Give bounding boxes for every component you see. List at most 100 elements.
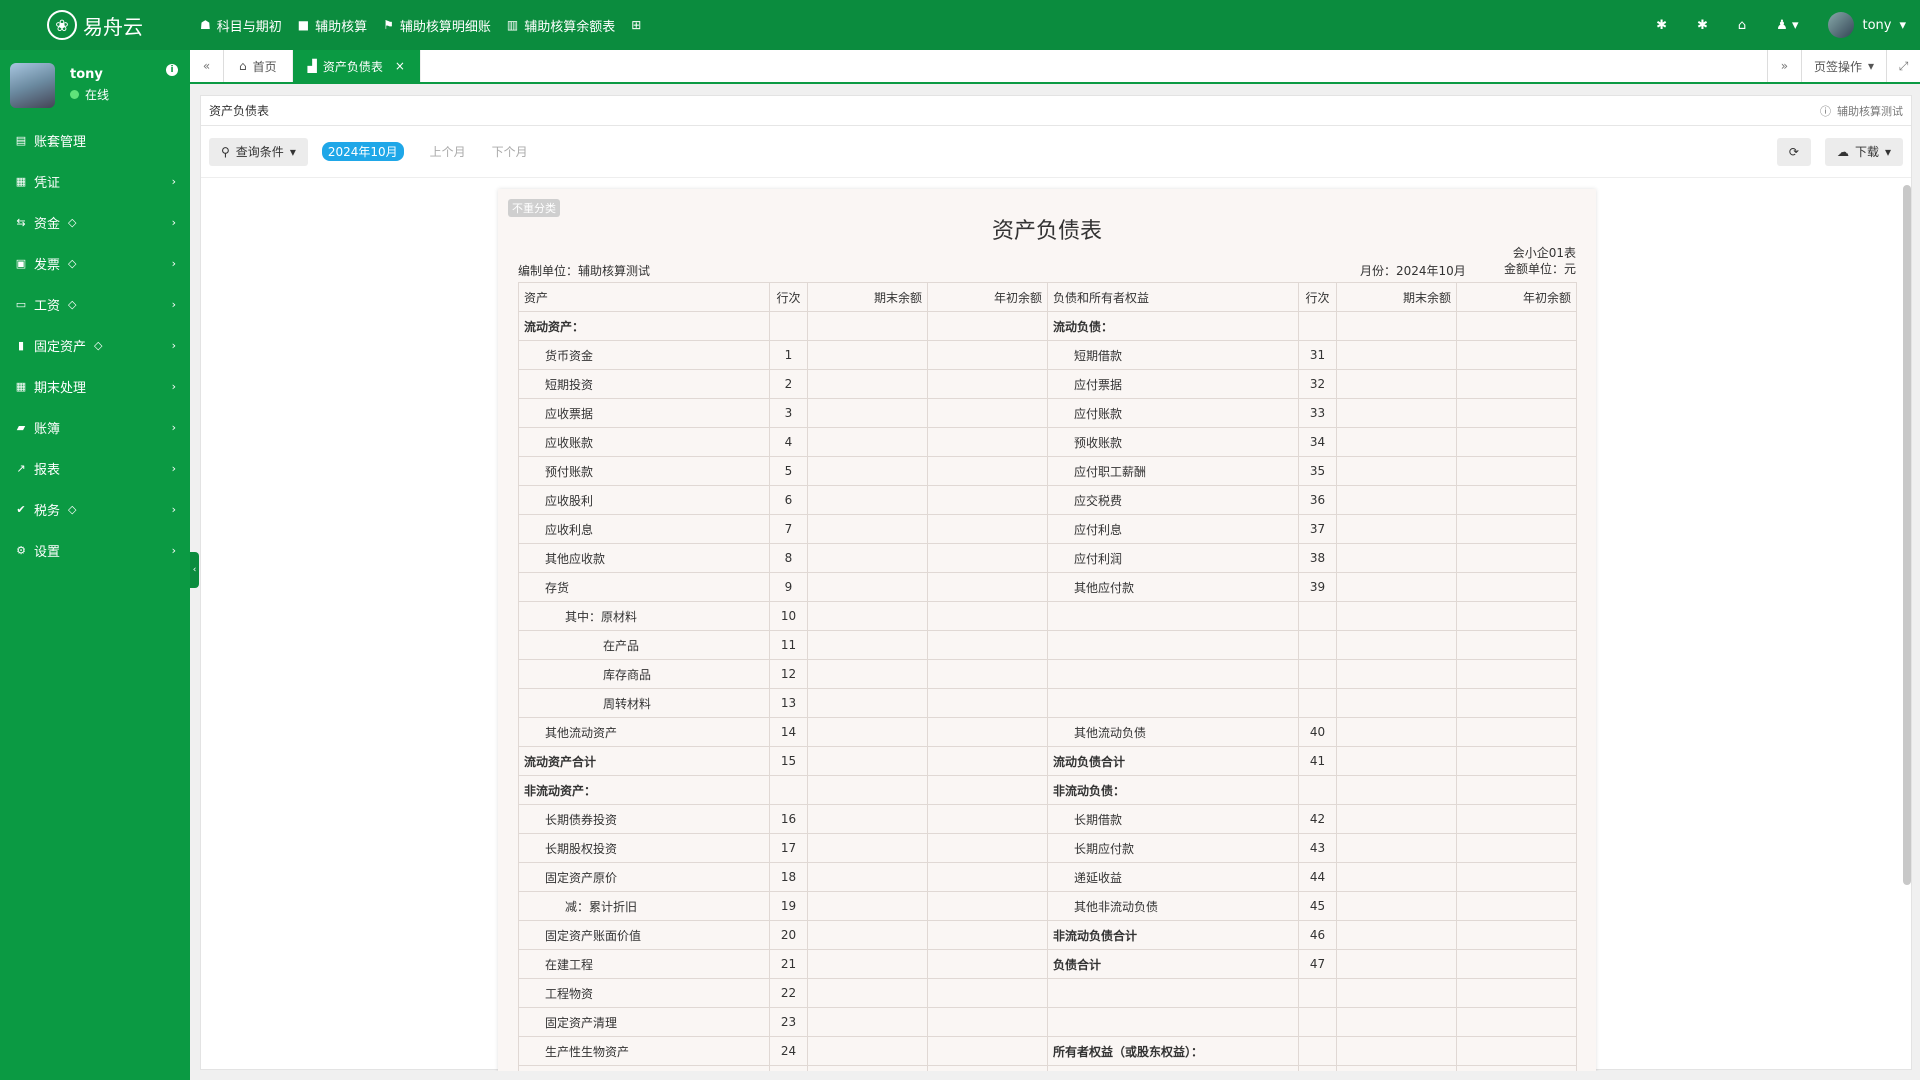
topnav-aux-balance[interactable]: ▥ 辅助核算余额表	[507, 16, 615, 35]
liability-end-balance-cell[interactable]	[1336, 1007, 1457, 1037]
topnav-subjects[interactable]: ☗ 科目与期初	[200, 16, 282, 35]
liability-end-balance-cell[interactable]	[1336, 1065, 1457, 1071]
next-month-link[interactable]: 下个月	[492, 143, 528, 160]
vertical-scrollbar[interactable]	[1903, 185, 1911, 885]
liability-begin-balance-cell[interactable]	[1456, 456, 1577, 486]
liability-end-balance-cell[interactable]	[1336, 775, 1457, 805]
asset-end-balance-cell[interactable]	[807, 1007, 928, 1037]
asset-begin-balance-cell[interactable]	[927, 340, 1048, 370]
liability-begin-balance-cell[interactable]	[1456, 717, 1577, 747]
sidebar-item-invoice[interactable]: ▣ 发票 ◇ ›	[0, 243, 190, 284]
tab-home[interactable]: ⌂ 首页	[224, 50, 293, 82]
liability-end-balance-cell[interactable]	[1336, 514, 1457, 544]
asset-begin-balance-cell[interactable]	[927, 398, 1048, 428]
liability-end-balance-cell[interactable]	[1336, 572, 1457, 602]
asset-end-balance-cell[interactable]	[807, 804, 928, 834]
liability-end-balance-cell[interactable]	[1336, 862, 1457, 892]
liability-end-balance-cell[interactable]	[1336, 717, 1457, 747]
liability-begin-balance-cell[interactable]	[1456, 514, 1577, 544]
sidebar-item-fixed-assets[interactable]: ▮ 固定资产 ◇ ›	[0, 325, 190, 366]
asset-begin-balance-cell[interactable]	[927, 311, 1048, 341]
asset-begin-balance-cell[interactable]	[927, 572, 1048, 602]
asset-begin-balance-cell[interactable]	[927, 862, 1048, 892]
user-menu-icon[interactable]: ♟ ▾	[1776, 18, 1798, 33]
liability-end-balance-cell[interactable]	[1336, 949, 1457, 979]
liability-begin-balance-cell[interactable]	[1456, 833, 1577, 863]
page-ops-dropdown[interactable]: 页签操作 ▾	[1800, 50, 1886, 82]
liability-end-balance-cell[interactable]	[1336, 311, 1457, 341]
liability-end-balance-cell[interactable]	[1336, 340, 1457, 370]
asset-end-balance-cell[interactable]	[807, 543, 928, 573]
liability-begin-balance-cell[interactable]	[1456, 978, 1577, 1008]
asset-begin-balance-cell[interactable]	[927, 427, 1048, 457]
liability-begin-balance-cell[interactable]	[1456, 1007, 1577, 1037]
asset-end-balance-cell[interactable]	[807, 949, 928, 979]
liability-begin-balance-cell[interactable]	[1456, 949, 1577, 979]
liability-begin-balance-cell[interactable]	[1456, 804, 1577, 834]
asset-begin-balance-cell[interactable]	[927, 630, 1048, 660]
asset-begin-balance-cell[interactable]	[927, 514, 1048, 544]
asset-begin-balance-cell[interactable]	[927, 659, 1048, 689]
bug-report-icon[interactable]: ✱	[1697, 18, 1708, 33]
app-logo[interactable]: ❀ 易舟云	[0, 10, 190, 40]
liability-end-balance-cell[interactable]	[1336, 456, 1457, 486]
liability-begin-balance-cell[interactable]	[1456, 688, 1577, 718]
asset-begin-balance-cell[interactable]	[927, 978, 1048, 1008]
liability-end-balance-cell[interactable]	[1336, 398, 1457, 428]
sidebar-item-salary[interactable]: ▭ 工资 ◇ ›	[0, 284, 190, 325]
asset-end-balance-cell[interactable]	[807, 833, 928, 863]
asset-begin-balance-cell[interactable]	[927, 920, 1048, 950]
asset-begin-balance-cell[interactable]	[927, 717, 1048, 747]
asset-begin-balance-cell[interactable]	[927, 369, 1048, 399]
sidebar-item-reports[interactable]: ↗ 报表 ›	[0, 448, 190, 489]
query-conditions-button[interactable]: ⚲ 查询条件 ▾	[209, 137, 308, 166]
refresh-button[interactable]: ⟳	[1776, 137, 1811, 166]
asset-begin-balance-cell[interactable]	[927, 688, 1048, 718]
asset-begin-balance-cell[interactable]	[927, 804, 1048, 834]
asset-end-balance-cell[interactable]	[807, 688, 928, 718]
asset-end-balance-cell[interactable]	[807, 1036, 928, 1066]
liability-begin-balance-cell[interactable]	[1456, 746, 1577, 776]
topnav-aux[interactable]: ■ 辅助核算	[298, 16, 367, 35]
topnav-add[interactable]: ⊞	[631, 16, 641, 35]
asset-end-balance-cell[interactable]	[807, 369, 928, 399]
asset-end-balance-cell[interactable]	[807, 456, 928, 486]
liability-begin-balance-cell[interactable]	[1456, 630, 1577, 660]
asset-end-balance-cell[interactable]	[807, 340, 928, 370]
asset-begin-balance-cell[interactable]	[927, 543, 1048, 573]
liability-end-balance-cell[interactable]	[1336, 543, 1457, 573]
asset-end-balance-cell[interactable]	[807, 920, 928, 950]
asset-end-balance-cell[interactable]	[807, 427, 928, 457]
asset-end-balance-cell[interactable]	[807, 514, 928, 544]
asset-begin-balance-cell[interactable]	[927, 456, 1048, 486]
liability-begin-balance-cell[interactable]	[1456, 920, 1577, 950]
tab-balance-sheet[interactable]: ▟ 资产负债表 ×	[292, 50, 421, 82]
liability-end-balance-cell[interactable]	[1336, 427, 1457, 457]
asset-end-balance-cell[interactable]	[807, 1065, 928, 1071]
tab-scroll-right-button[interactable]: »	[1766, 50, 1801, 82]
liability-begin-balance-cell[interactable]	[1456, 398, 1577, 428]
asset-begin-balance-cell[interactable]	[927, 1065, 1048, 1071]
asset-end-balance-cell[interactable]	[807, 717, 928, 747]
user-menu[interactable]: tony ▾	[1828, 12, 1906, 38]
liability-end-balance-cell[interactable]	[1336, 601, 1457, 631]
liability-end-balance-cell[interactable]	[1336, 659, 1457, 689]
fullscreen-button[interactable]: ⤢	[1886, 50, 1920, 82]
asset-begin-balance-cell[interactable]	[927, 601, 1048, 631]
liability-end-balance-cell[interactable]	[1336, 688, 1457, 718]
liability-begin-balance-cell[interactable]	[1456, 311, 1577, 341]
liability-begin-balance-cell[interactable]	[1456, 340, 1577, 370]
asset-end-balance-cell[interactable]	[807, 862, 928, 892]
liability-begin-balance-cell[interactable]	[1456, 572, 1577, 602]
liability-begin-balance-cell[interactable]	[1456, 862, 1577, 892]
topnav-aux-detail[interactable]: ⚑ 辅助核算明细账	[383, 16, 491, 35]
asset-begin-balance-cell[interactable]	[927, 833, 1048, 863]
asset-end-balance-cell[interactable]	[807, 978, 928, 1008]
asset-begin-balance-cell[interactable]	[927, 485, 1048, 515]
period-badge[interactable]: 2024年10月	[321, 142, 404, 161]
asset-begin-balance-cell[interactable]	[927, 949, 1048, 979]
liability-begin-balance-cell[interactable]	[1456, 369, 1577, 399]
liability-end-balance-cell[interactable]	[1336, 485, 1457, 515]
asset-end-balance-cell[interactable]	[807, 572, 928, 602]
asset-end-balance-cell[interactable]	[807, 630, 928, 660]
